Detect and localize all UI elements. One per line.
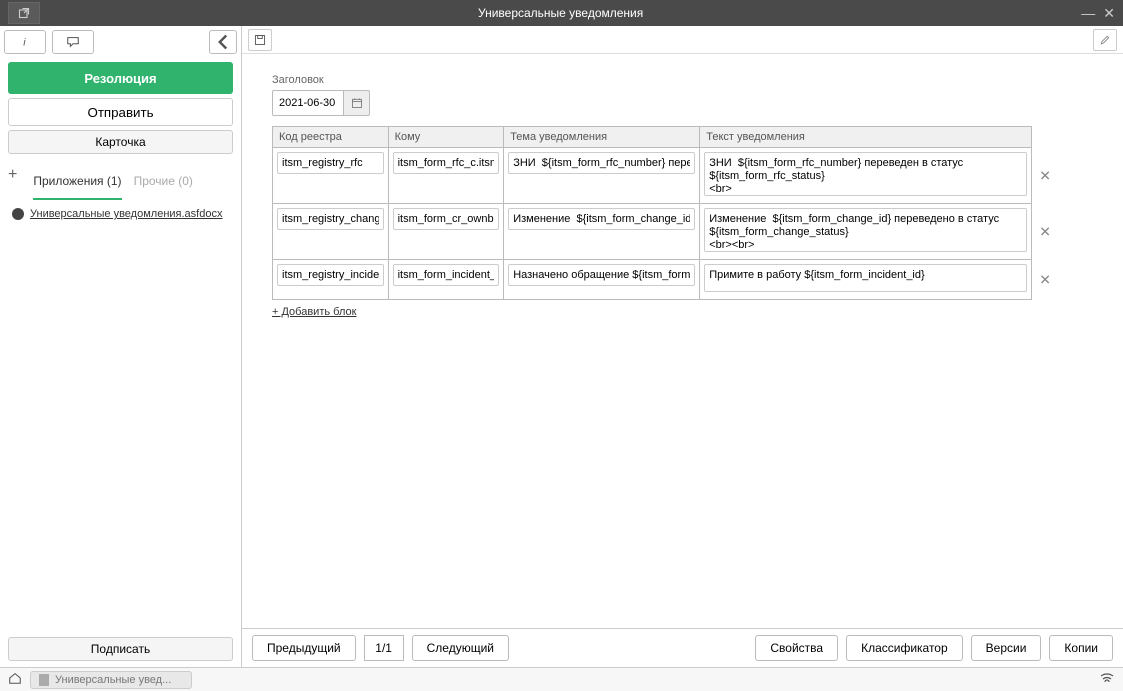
comment-tab-icon[interactable] [52,30,94,54]
sidebar: i Резолюция Отправить Карточка + Приложе… [0,26,242,667]
subject-input[interactable] [508,264,695,286]
body-textarea[interactable] [704,208,1027,252]
delete-row-icon[interactable]: ✕ [1039,167,1051,184]
breadcrumb-tab[interactable]: Универсальные увед... [30,671,192,689]
svg-text:i: i [23,37,26,49]
minimize-icon[interactable]: — [1081,5,1095,21]
body-textarea[interactable] [704,152,1027,196]
attachments-tab[interactable]: Приложения (1) [33,166,121,200]
other-tab[interactable]: Прочие (0) [134,166,193,200]
registry-input[interactable] [277,152,384,174]
attachment-dot-icon [12,208,24,220]
external-link-icon[interactable] [8,2,40,24]
header-label: Заголовок [272,74,1093,86]
info-tab-icon[interactable]: i [4,30,46,54]
resolution-button[interactable]: Резолюция [8,62,233,94]
table-row: ✕ [273,204,1032,260]
delete-row-icon[interactable]: ✕ [1039,223,1051,240]
subject-input[interactable] [508,152,695,174]
date-input[interactable] [272,90,344,116]
page-input[interactable] [364,635,404,661]
registry-input[interactable] [277,208,384,230]
subject-input[interactable] [508,208,695,230]
calendar-icon[interactable] [344,90,370,116]
home-icon[interactable] [8,671,22,688]
table-row: ✕ [273,260,1032,300]
breadcrumb-label: Универсальные увед... [55,674,171,686]
next-button[interactable]: Следующий [412,635,509,661]
window-title: Универсальные уведомления [40,6,1081,20]
titlebar: Универсальные уведомления — ✕ [0,0,1123,26]
prev-button[interactable]: Предыдущий [252,635,356,661]
sign-button[interactable]: Подписать [8,637,233,661]
collapse-sidebar-button[interactable] [209,30,237,54]
wifi-icon [1099,670,1115,689]
copies-button[interactable]: Копии [1049,635,1113,661]
notifications-table: Код реестра Кому Тема уведомления Текст … [272,126,1032,300]
send-button[interactable]: Отправить [8,98,233,126]
close-icon[interactable]: ✕ [1103,5,1115,22]
save-icon[interactable] [248,29,272,51]
delete-row-icon[interactable]: ✕ [1039,271,1051,288]
doc-icon [39,674,49,686]
add-block-link[interactable]: + Добавить блок [272,306,1093,318]
col-header-registry: Код реестра [273,127,389,148]
attachment-item[interactable]: Универсальные уведомления.asfdocx [12,208,229,220]
properties-button[interactable]: Свойства [755,635,838,661]
to-input[interactable] [393,208,500,230]
versions-button[interactable]: Версии [971,635,1042,661]
edit-icon[interactable] [1093,29,1117,51]
col-header-body: Текст уведомления [700,127,1032,148]
col-header-subject: Тема уведомления [504,127,700,148]
body-textarea[interactable] [704,264,1027,292]
add-attachment-icon[interactable]: + [8,166,17,200]
col-header-to: Кому [388,127,504,148]
card-button[interactable]: Карточка [8,130,233,154]
attachment-link[interactable]: Универсальные уведомления.asfdocx [30,208,222,220]
statusbar: Универсальные увед... [0,667,1123,691]
table-row: ✕ [273,148,1032,204]
to-input[interactable] [393,152,500,174]
to-input[interactable] [393,264,500,286]
registry-input[interactable] [277,264,384,286]
classifier-button[interactable]: Классификатор [846,635,963,661]
